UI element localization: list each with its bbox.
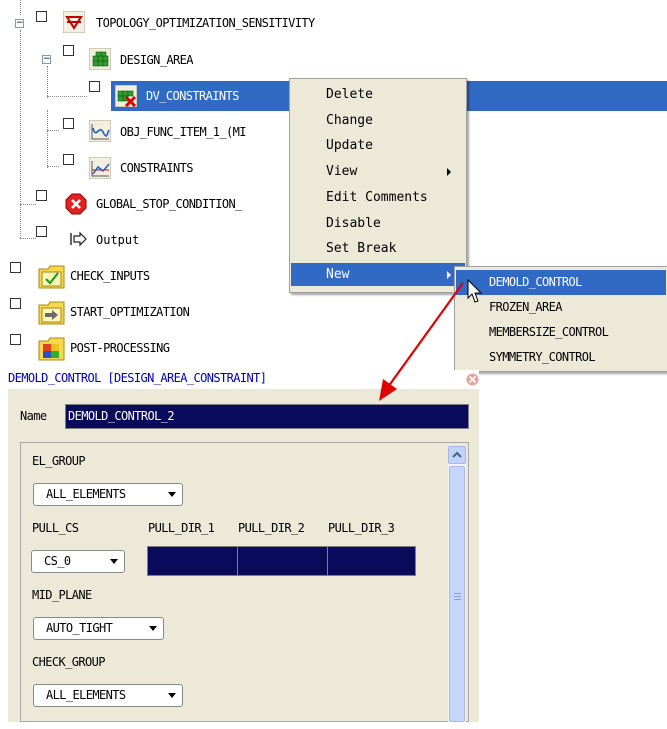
annotation-arrow-icon [379, 282, 464, 401]
